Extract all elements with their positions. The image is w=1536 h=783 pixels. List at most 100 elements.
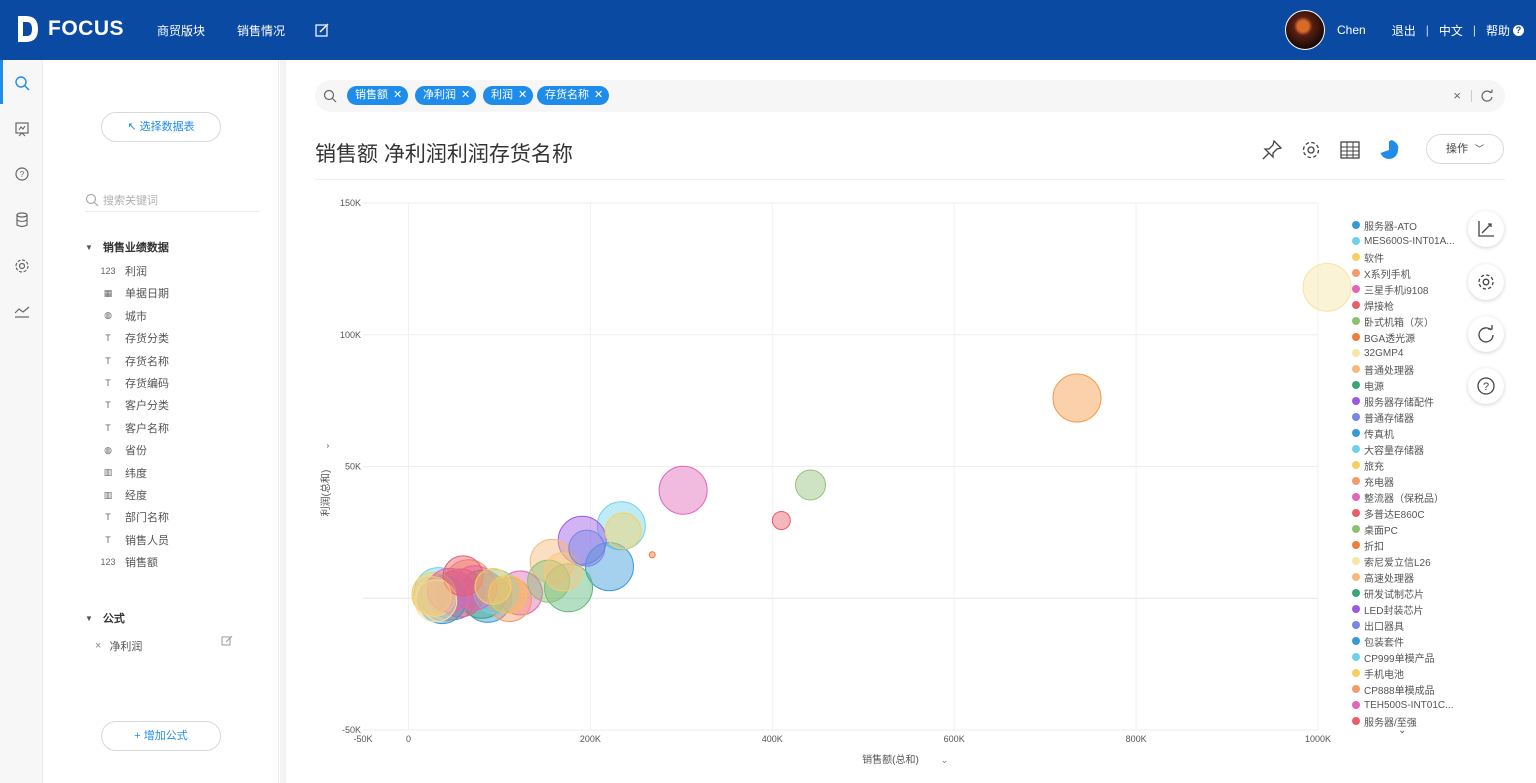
axis-settings-button[interactable] — [1468, 211, 1504, 247]
gear-icon[interactable] — [1300, 139, 1322, 161]
edit-icon[interactable] — [314, 22, 330, 38]
legend-more-icon[interactable]: ⌄ — [1398, 725, 1406, 736]
legend-item[interactable]: 充电器 — [1352, 473, 1462, 489]
legend-item[interactable]: MES600S-INT01A... — [1352, 233, 1462, 249]
legend-item[interactable]: 包装套件 — [1352, 633, 1462, 649]
field-item[interactable]: 123 销售额 — [100, 553, 158, 571]
legend-item[interactable]: X系列手机 — [1352, 265, 1462, 281]
legend-item[interactable]: 多普达E860C — [1352, 505, 1462, 521]
table-icon[interactable] — [1339, 139, 1361, 161]
question-icon[interactable]: ? — [13, 165, 31, 183]
data-bubble[interactable] — [604, 512, 642, 550]
field-item[interactable]: T 客户名称 — [101, 419, 169, 437]
data-bubble[interactable] — [771, 511, 791, 531]
operations-dropdown[interactable]: 操作 ﹀ — [1426, 134, 1504, 164]
chart-settings-button[interactable] — [1468, 264, 1504, 300]
y-axis-label[interactable]: 利润(总和) — [319, 470, 332, 517]
legend-item[interactable]: 服务器/至强 — [1352, 713, 1462, 729]
field-item[interactable]: ▥ 经度 — [101, 486, 147, 504]
search-icon[interactable] — [13, 74, 31, 92]
refresh-icon[interactable] — [1480, 89, 1494, 103]
search-token[interactable]: 存货名称 ✕ — [537, 86, 610, 105]
legend-item[interactable]: CP888单模成品 — [1352, 681, 1462, 697]
field-item[interactable]: T 存货名称 — [101, 352, 169, 370]
data-bubble[interactable] — [1302, 262, 1352, 312]
pin-icon[interactable] — [1261, 139, 1283, 161]
language-link[interactable]: 中文 — [1439, 22, 1463, 39]
legend-item[interactable]: 普通存储器 — [1352, 409, 1462, 425]
data-bubble[interactable] — [412, 576, 452, 616]
legend-item[interactable]: 电源 — [1352, 377, 1462, 393]
legend-item[interactable]: 整流器（保税品） — [1352, 489, 1462, 505]
field-group-header[interactable]: ▼ 销售业绩数据 — [85, 239, 169, 255]
dashboard-icon[interactable] — [13, 120, 31, 138]
field-item[interactable]: T 存货分类 — [101, 329, 169, 347]
chart-help-button[interactable]: ? — [1468, 368, 1504, 404]
help-icon[interactable]: ? — [1513, 24, 1524, 36]
select-table-button[interactable]: ↖ 选择数据表 — [101, 112, 221, 142]
pie-chart-icon[interactable] — [1378, 139, 1400, 161]
legend-item[interactable]: 服务器-ATO — [1352, 217, 1462, 233]
legend-item[interactable]: 高速处理器 — [1352, 569, 1462, 585]
search-token[interactable]: 销售额 ✕ — [347, 86, 409, 105]
refresh-chart-button[interactable] — [1468, 316, 1504, 352]
legend-item[interactable]: 旅充 — [1352, 457, 1462, 473]
legend-item[interactable]: 普通处理器 — [1352, 361, 1462, 377]
legend-item[interactable]: 大容量存储器 — [1352, 441, 1462, 457]
data-bubble[interactable] — [568, 529, 606, 567]
help-link[interactable]: 帮助 — [1486, 22, 1510, 39]
legend-item[interactable]: 三星手机i9108 — [1352, 281, 1462, 297]
panel-splitter[interactable] — [280, 60, 286, 783]
clear-search-icon[interactable]: × — [1453, 88, 1461, 103]
data-bubble[interactable] — [794, 469, 826, 501]
x-axis-label[interactable]: 销售额(总和) — [862, 753, 919, 766]
field-item[interactable]: T 部门名称 — [101, 508, 169, 526]
legend-item[interactable]: 传真机 — [1352, 425, 1462, 441]
avatar[interactable] — [1285, 10, 1326, 50]
legend-item[interactable]: 手机电池 — [1352, 665, 1462, 681]
token-remove-icon[interactable]: ✕ — [393, 89, 402, 101]
legend-item[interactable]: BGA透光源 — [1352, 329, 1462, 345]
token-remove-icon[interactable]: ✕ — [461, 89, 470, 101]
field-item[interactable]: 123 利润 — [100, 262, 147, 280]
add-formula-button[interactable]: + 增加公式 — [101, 721, 221, 751]
field-item[interactable]: ◍ 省份 — [101, 441, 147, 459]
settings-icon[interactable] — [13, 257, 31, 275]
keyword-search-input[interactable]: 搜索关键词 — [85, 188, 260, 212]
formula-item[interactable]: × 净利润 — [95, 635, 235, 655]
database-icon[interactable] — [13, 211, 31, 229]
search-token[interactable]: 利润 ✕ — [483, 86, 534, 105]
field-item[interactable]: T 存货编码 — [101, 374, 169, 392]
nav-item-sales[interactable]: 销售情况 — [237, 22, 285, 39]
legend-item[interactable]: 研发试制芯片 — [1352, 585, 1462, 601]
legend-item[interactable]: 索尼爱立信L26 — [1352, 553, 1462, 569]
legend-item[interactable]: 软件 — [1352, 249, 1462, 265]
legend-item[interactable]: LED封装芯片 — [1352, 601, 1462, 617]
legend-item[interactable]: 卧式机箱（灰） — [1352, 313, 1462, 329]
data-bubble[interactable] — [658, 465, 708, 515]
data-bubble[interactable] — [474, 567, 512, 605]
token-remove-icon[interactable]: ✕ — [518, 89, 527, 101]
field-item[interactable]: ▦ 单据日期 — [101, 284, 169, 302]
legend-item[interactable]: 焊接枪 — [1352, 297, 1462, 313]
legend-item[interactable]: 出口器具 — [1352, 617, 1462, 633]
field-item[interactable]: T 客户分类 — [101, 396, 169, 414]
legend-item[interactable]: 服务器存储配件 — [1352, 393, 1462, 409]
legend-item[interactable]: CP999单模产品 — [1352, 649, 1462, 665]
formula-group-header[interactable]: ▼ 公式 — [85, 610, 125, 626]
data-bubble[interactable] — [648, 551, 656, 559]
data-bubble[interactable] — [1052, 373, 1102, 423]
legend-item[interactable]: 折扣 — [1352, 537, 1462, 553]
legend-item[interactable]: TEH500S-INT01C... — [1352, 697, 1462, 713]
search-token[interactable]: 净利润 ✕ — [415, 86, 477, 105]
nav-item-trade[interactable]: 商贸版块 — [157, 22, 205, 39]
legend-item[interactable]: 32GMP4 — [1352, 345, 1462, 361]
remove-icon[interactable]: × — [95, 640, 101, 652]
legend-item[interactable]: 桌面PC — [1352, 521, 1462, 537]
trend-icon[interactable] — [13, 302, 31, 320]
edit-formula-icon[interactable] — [221, 635, 233, 647]
logout-link[interactable]: 退出 — [1392, 22, 1416, 39]
field-item[interactable]: ◍ 城市 — [101, 307, 147, 325]
search-bar[interactable]: 销售额 ✕ 净利润 ✕ 利润 ✕ 存货名称 ✕ × — [315, 80, 1505, 112]
token-remove-icon[interactable]: ✕ — [594, 89, 603, 101]
